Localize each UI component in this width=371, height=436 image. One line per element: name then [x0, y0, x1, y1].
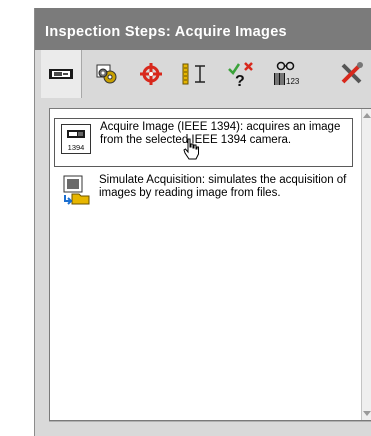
crosshair-icon [140, 63, 162, 85]
scroll-down-icon[interactable] [363, 411, 371, 416]
folder-image-icon [63, 175, 90, 205]
gears-icon [96, 64, 117, 84]
panel-title: Inspection Steps: Acquire Images [35, 8, 371, 50]
hand-pointer-icon [183, 138, 199, 160]
step-category-toolbar: ? 123 [35, 50, 371, 98]
list-bottom-divider [49, 421, 371, 422]
tab-identify-parts[interactable]: 123 [267, 50, 307, 98]
tab-measure-features[interactable] [175, 50, 215, 98]
svg-text:?: ? [235, 73, 245, 88]
list-item-simulate-acquisition[interactable]: Simulate Acquisition: simulates the acqu… [54, 172, 353, 218]
glasses-barcode-icon: 123 [274, 61, 300, 86]
caliper-icon [182, 63, 205, 85]
scroll-up-icon[interactable] [363, 113, 371, 118]
tab-check-for-presence[interactable]: ? [221, 50, 261, 98]
steps-list[interactable]: 1394 Acquire Image (IEEE 1394): acquires… [49, 108, 371, 421]
camera-1394-caption: 1394 [68, 143, 85, 152]
list-item-acquire-image-1394[interactable]: 1394 Acquire Image (IEEE 1394): acquires… [54, 118, 353, 167]
inspection-steps-panel: Inspection Steps: Acquire Images ? 123 1… [34, 8, 371, 436]
check-question-icon: ? [228, 62, 253, 88]
camera-1394-icon: 1394 [61, 124, 91, 154]
list-item-label: Acquire Image (IEEE 1394): acquires an i… [100, 121, 341, 146]
vertical-scrollbar[interactable] [361, 109, 371, 420]
list-item-label: Simulate Acquisition: simulates the acqu… [99, 174, 347, 199]
tab-enhance-images[interactable] [87, 50, 127, 98]
barcode-text: 123 [286, 77, 300, 86]
tab-acquire-images[interactable] [41, 50, 82, 98]
camera-icon [49, 69, 73, 79]
tab-locate-features[interactable] [131, 50, 171, 98]
tools-icon [341, 62, 363, 84]
tab-use-additional-tools[interactable] [338, 50, 371, 98]
